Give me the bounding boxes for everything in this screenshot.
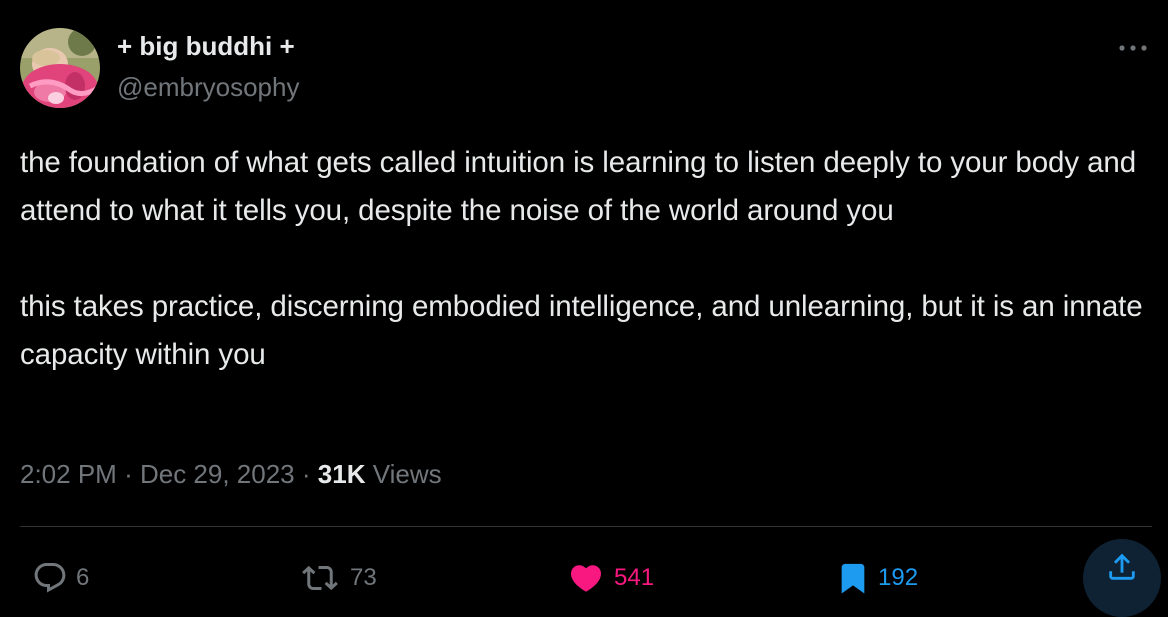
tweet-text: the foundation of what gets called intui… xyxy=(20,139,1155,379)
meta-separator: · xyxy=(124,459,133,489)
meta-separator: · xyxy=(301,459,311,489)
share-icon xyxy=(1105,553,1139,589)
author-display-name[interactable]: + big buddhi + xyxy=(117,31,295,62)
retweet-icon xyxy=(298,560,342,596)
author-handle[interactable]: @embryosophy xyxy=(117,72,299,103)
reply-count: 6 xyxy=(76,564,90,591)
share-button[interactable] xyxy=(1083,539,1161,617)
bookmark-icon xyxy=(836,558,870,598)
like-count: 541 xyxy=(614,564,655,591)
like-button[interactable]: 541 xyxy=(566,558,654,598)
tweet-paragraph: the foundation of what gets called intui… xyxy=(20,146,1137,227)
tweet-date[interactable]: Dec 29, 2023 xyxy=(140,459,295,489)
tweet-paragraph: this takes practice, discerning embodied… xyxy=(20,290,1143,371)
views-count: 31K xyxy=(317,459,366,489)
tweet-time[interactable]: 2:02 PM xyxy=(20,459,117,489)
heart-icon xyxy=(566,560,606,596)
avatar-image xyxy=(20,28,100,108)
views-label: Views xyxy=(372,459,442,489)
divider xyxy=(20,526,1152,527)
bookmark-button[interactable]: 192 xyxy=(836,558,918,598)
reply-button[interactable]: 6 xyxy=(32,558,89,598)
retweet-button[interactable]: 73 xyxy=(298,558,377,598)
tweet-card: + big buddhi + @embryosophy the foundati… xyxy=(0,0,1168,617)
tweet-meta: 2:02 PM · Dec 29, 2023 · 31K Views xyxy=(20,459,442,490)
avatar[interactable] xyxy=(20,28,100,108)
retweet-count: 73 xyxy=(350,564,377,591)
bookmark-count: 192 xyxy=(878,564,919,591)
more-icon[interactable] xyxy=(1116,38,1150,58)
reply-icon xyxy=(32,560,68,596)
